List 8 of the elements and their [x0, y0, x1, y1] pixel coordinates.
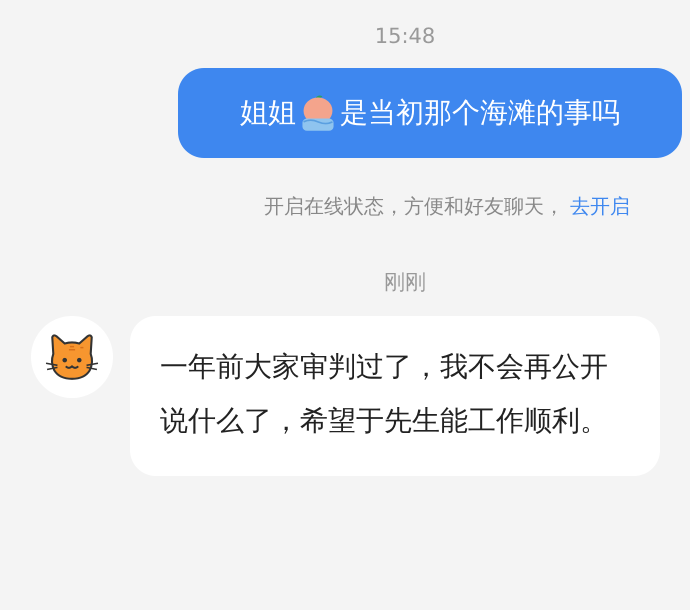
timestamp: 15:48	[374, 23, 436, 50]
enable-link[interactable]: 去开启	[570, 188, 630, 224]
notice-text: 开启在线状态，方便和好友聊天，	[264, 193, 564, 220]
cat-icon	[45, 333, 99, 381]
message-text: 是当初那个海滩的事吗	[340, 95, 620, 131]
timestamp: 刚刚	[384, 269, 426, 296]
message-text: 一年前大家审判过了，我不会再公开说什么了，希望于先生能工作顺利。	[160, 350, 608, 437]
message-text: 姐姐	[240, 95, 296, 131]
